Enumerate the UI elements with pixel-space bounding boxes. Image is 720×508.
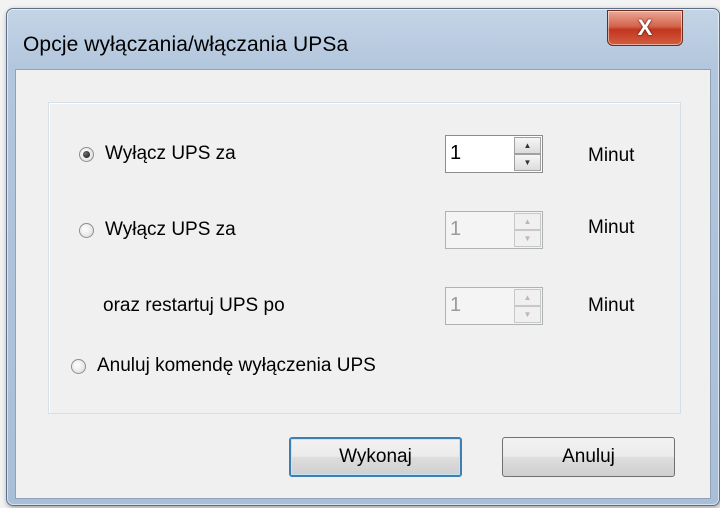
shutdown-restart-minutes-spinner[interactable]: 1 ▲ ▼ [445, 211, 543, 249]
close-button[interactable]: X [607, 10, 683, 46]
shutdown-unit-label: Minut [588, 145, 635, 166]
radio-shutdown-restart[interactable]: Wyłącz UPS za [79, 219, 236, 241]
ups-shutdown-dialog: Opcje wyłączania/włączania UPSa X Wyłącz… [6, 8, 720, 506]
spin-down-icon[interactable]: ▼ [514, 230, 541, 247]
restart-minutes-spinner[interactable]: 1 ▲ ▼ [445, 287, 543, 325]
restart-unit-label: Minut [588, 295, 635, 316]
dialog-client-area: Wyłącz UPS za 1 ▲ ▼ Minut Wyłącz UPS za … [15, 69, 711, 499]
shutdown-minutes-value[interactable]: 1 [450, 142, 461, 165]
restart-minutes-value[interactable]: 1 [450, 294, 461, 317]
shutdown-minutes-arrows: ▲ ▼ [514, 137, 541, 171]
spin-up-icon[interactable]: ▲ [514, 213, 541, 230]
radio-shutdown-indicator[interactable] [79, 146, 94, 162]
spin-down-icon[interactable]: ▼ [514, 154, 541, 171]
shutdown-restart-unit-label: Minut [588, 217, 635, 238]
spin-up-icon[interactable]: ▲ [514, 289, 541, 306]
radio-cancel-shutdown-label: Anuluj komendę wyłączenia UPS [97, 355, 376, 376]
radio-cancel-shutdown[interactable]: Anuluj komendę wyłączenia UPS [71, 355, 376, 377]
radio-shutdown-restart-indicator[interactable] [79, 222, 94, 238]
execute-button[interactable]: Wykonaj [289, 437, 462, 477]
shutdown-restart-minutes-value[interactable]: 1 [450, 218, 461, 241]
radio-shutdown-label: Wyłącz UPS za [105, 143, 236, 164]
title-bar[interactable]: Opcje wyłączania/włączania UPSa X [7, 9, 719, 69]
options-group: Wyłącz UPS za 1 ▲ ▼ Minut Wyłącz UPS za … [48, 102, 681, 414]
radio-shutdown-restart-label: Wyłącz UPS za [105, 219, 236, 240]
window-title: Opcje wyłączania/włączania UPSa [23, 33, 349, 56]
spin-up-icon[interactable]: ▲ [514, 137, 541, 154]
restart-minutes-arrows: ▲ ▼ [514, 289, 541, 323]
shutdown-restart-minutes-arrows: ▲ ▼ [514, 213, 541, 247]
cancel-button[interactable]: Anuluj [502, 437, 675, 477]
radio-cancel-shutdown-indicator[interactable] [71, 358, 86, 374]
restart-after-label: oraz restartuj UPS po [103, 295, 285, 316]
spin-down-icon[interactable]: ▼ [514, 306, 541, 323]
shutdown-minutes-spinner[interactable]: 1 ▲ ▼ [445, 135, 543, 173]
close-icon: X [637, 15, 653, 40]
radio-shutdown[interactable]: Wyłącz UPS za [79, 143, 236, 165]
